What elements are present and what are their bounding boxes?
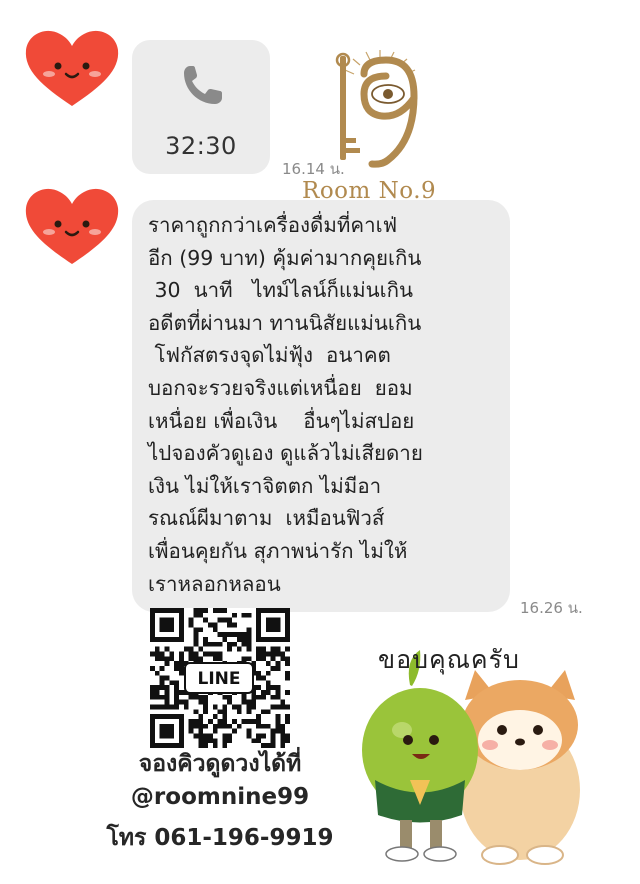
sticker-caption: ขอบคุณครับ: [378, 645, 520, 674]
message-line: โฟกัสตรงจุดไม่ฟุ้ง อนาคต: [148, 343, 391, 368]
message-line: 30 นาที ไทม์ไลน์ก็แม่นเกิน: [148, 278, 414, 303]
key-eye-logo-icon: [330, 48, 430, 168]
message-line: อดีตที่ผ่านมา ทานนิสัยแม่นเกิน: [148, 310, 422, 335]
message-line: อีก (99 บาท) คุ้มค่ามากคุยเกิน: [148, 245, 422, 270]
message-text: ราคาถูกกว่าเครื่องดื่มที่คาเฟ่ อีก (99 บ…: [148, 209, 498, 600]
message-line: บอกจะรวยจริงแต่เหนื่อย ยอม: [148, 375, 413, 400]
phone-icon: [178, 62, 226, 110]
message-line: เพื่อนคุยกัน สุภาพน่ารัก ไม่ให้: [148, 538, 408, 563]
message-line: เหนื่อย เพื่อเงิน อื่นๆไม่สปอย: [148, 408, 415, 433]
message-line: รณณ์ผีมาตาม เหมือนฟิวส์: [148, 506, 385, 531]
avatar-heart-icon[interactable]: [22, 184, 122, 268]
call-bubble[interactable]: 32:30: [132, 40, 270, 174]
booking-text: จองคิวดูดวงได้ที่: [138, 751, 302, 777]
phone-number-text: โทร 061-196-9919: [106, 825, 334, 851]
line-id-text: @roomnine99: [130, 784, 310, 810]
message-line: เราหลอกหลอน: [148, 571, 281, 596]
message-timestamp: 16.26 น.: [520, 599, 583, 617]
call-duration: 32:30: [165, 132, 237, 160]
qr-line-label: LINE: [184, 662, 254, 694]
message-line: เงิน ไม่ให้เราจิตตก ไม่มีอา: [148, 473, 382, 498]
avatar-heart-icon[interactable]: [22, 26, 122, 110]
message-line: ราคาถูกกว่าเครื่องดื่มที่คาเฟ่: [148, 213, 398, 237]
message-line: ไปจองคัวดูเอง ดูแล้วไม่เสียดาย: [148, 441, 423, 466]
